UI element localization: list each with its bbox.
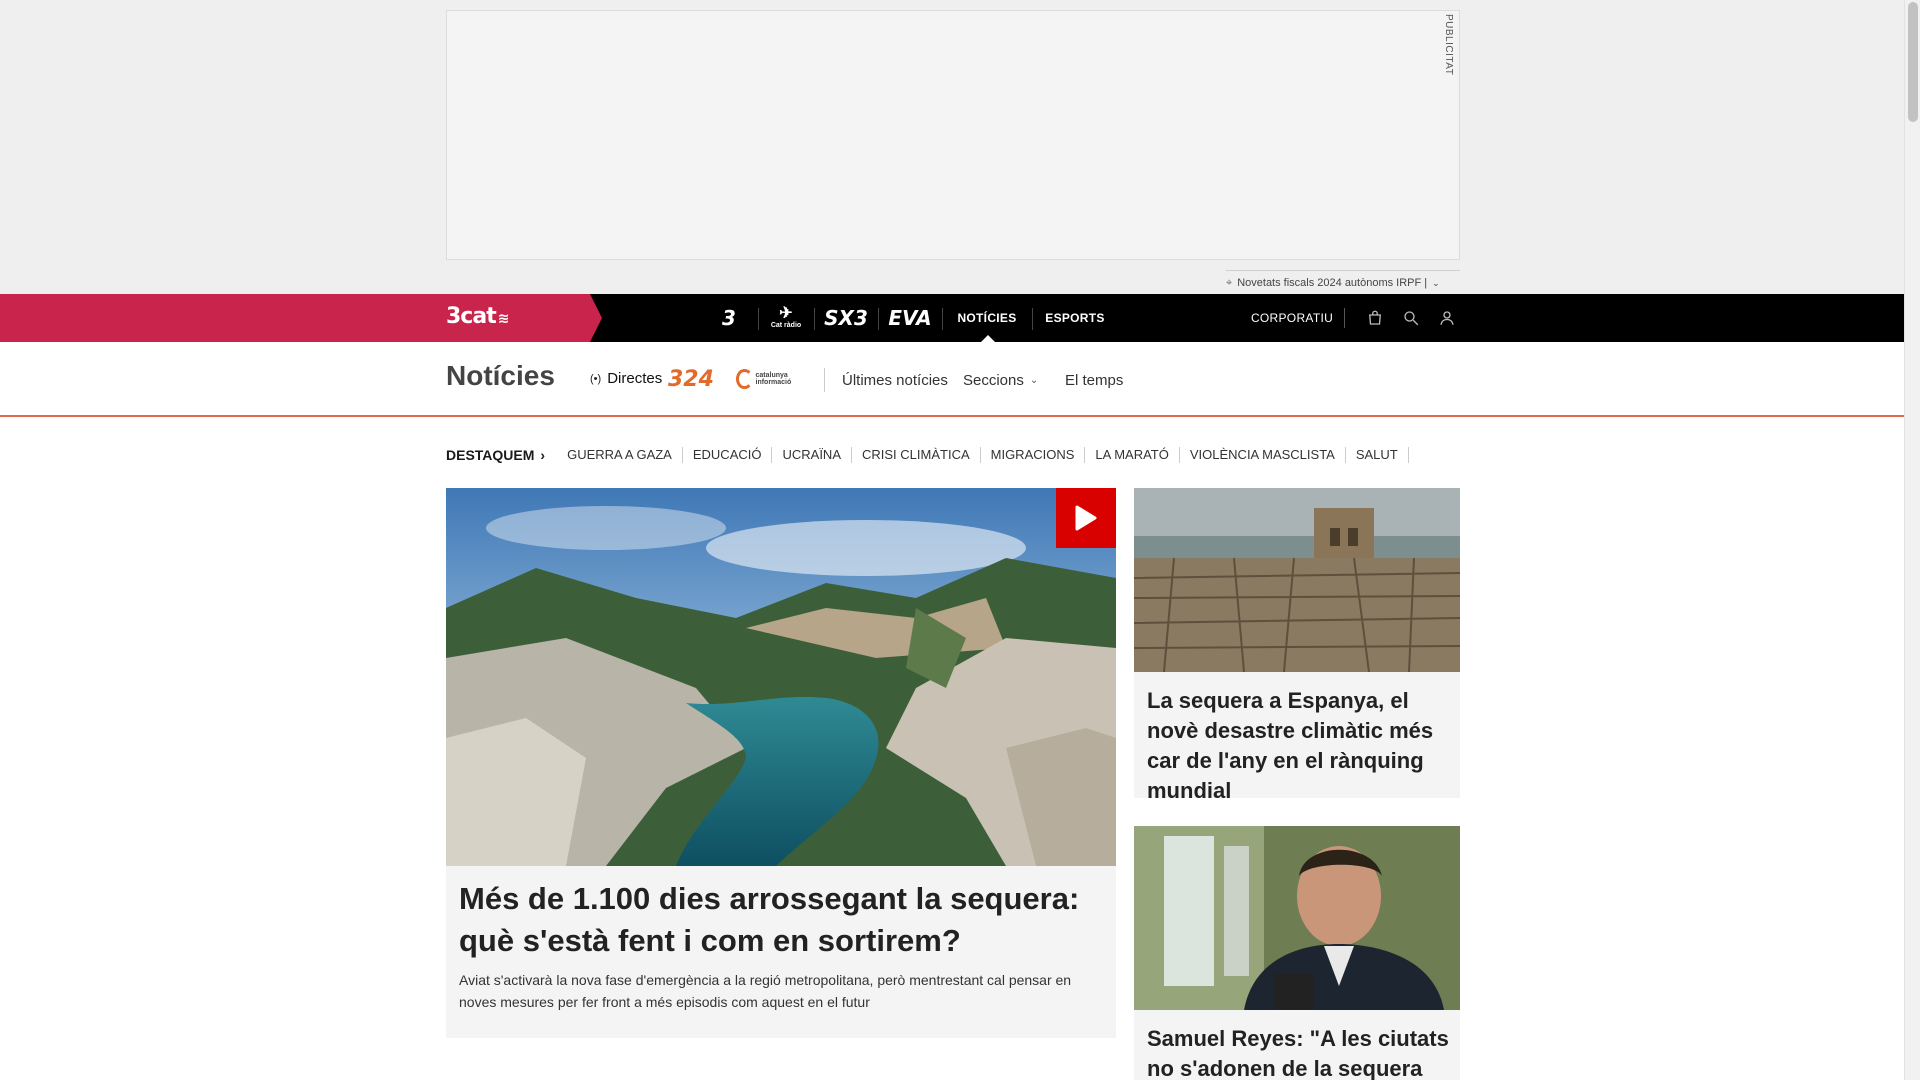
channel-catradio-label: Cat ràdio — [770, 322, 802, 329]
link-temps-label: El temps — [1065, 372, 1124, 389]
tag-link[interactable]: EDUCACIÓ — [683, 447, 773, 463]
link-ultimes-noticies[interactable]: Últimes notícies — [842, 372, 948, 389]
link-el-temps[interactable]: El temps — [1065, 372, 1123, 389]
ad-note[interactable]: ⌖ Novetats fiscals 2024 autònoms IRPF | … — [1226, 275, 1440, 291]
play-button[interactable] — [1056, 488, 1116, 548]
scrollbar[interactable] — [1904, 0, 1920, 1080]
ad-banner[interactable] — [446, 10, 1460, 260]
channel-tv3[interactable]: 3 — [700, 294, 758, 342]
side-article-image[interactable] — [1134, 826, 1460, 1010]
swoosh-icon: ≋ — [497, 311, 510, 327]
link-ultimes-label: Últimes notícies — [842, 372, 948, 389]
brand-area — [0, 294, 602, 342]
bird-icon: ✈ — [779, 305, 793, 322]
search-icon[interactable] — [1398, 305, 1424, 331]
tag-link[interactable]: LA MARATÓ — [1085, 447, 1180, 463]
channel-eva[interactable]: EVA — [878, 294, 942, 342]
tag-icon: ⌖ — [1226, 276, 1233, 289]
main-article-summary: Aviat s'activarà la nova fase d'emergènc… — [459, 972, 1072, 1010]
tag-link[interactable]: UCRAÏNA — [772, 447, 852, 463]
logo-324[interactable]: 324 — [668, 366, 722, 392]
featured-tags: DESTAQUEM › GUERRA A GAZA EDUCACIÓ UCRAÏ… — [446, 444, 1409, 466]
scrollbar-thumb[interactable] — [1908, 2, 1918, 122]
side-article-title[interactable]: Samuel Reyes: "A les ciutats no s'adonen… — [1147, 1024, 1451, 1080]
side-article-title[interactable]: La sequera a Espanya, el novè desastre c… — [1147, 686, 1451, 806]
tag-link[interactable]: MIGRACIONS — [981, 447, 1086, 463]
main-article-image[interactable] — [446, 488, 1116, 866]
ad-separator — [1226, 270, 1460, 271]
ad-zone: PUBLICITAT ⌖ Novetats fiscals 2024 autòn… — [0, 0, 1904, 294]
section-divider — [824, 368, 825, 392]
top-icons — [1344, 294, 1465, 342]
section-header: Notícies (•) Directes 324 catalunya info… — [0, 342, 1904, 417]
tab-corporatiu[interactable]: CORPORATIU — [1240, 294, 1344, 342]
seccions-dropdown[interactable]: Seccions ⌄ — [963, 372, 1038, 389]
live-link[interactable]: (•) Directes — [590, 370, 662, 387]
ci-logo-icon — [736, 369, 753, 389]
tab-noticies[interactable]: NOTÍCIES — [942, 294, 1032, 342]
tab-esports[interactable]: ESPORTS — [1032, 294, 1118, 342]
featured-heading-label: DESTAQUEM — [446, 447, 535, 463]
ad-note-text: Novetats fiscals 2024 autònoms IRPF | — [1237, 277, 1428, 289]
nav-divider — [1344, 308, 1345, 328]
shopping-bag-icon[interactable] — [1362, 305, 1388, 331]
tag-link[interactable]: CRISI CLIMÀTICA — [852, 447, 981, 463]
chevron-down-icon[interactable]: ⌄ — [1432, 278, 1440, 289]
page-title[interactable]: Notícies — [446, 360, 555, 392]
user-icon[interactable] — [1434, 305, 1460, 331]
tag-link[interactable]: GUERRA A GAZA — [557, 447, 683, 463]
seccions-label: Seccions — [963, 372, 1024, 389]
main-article-title[interactable]: Més de 1.100 dies arrossegant la sequera… — [459, 878, 1099, 962]
ad-label: PUBLICITAT — [1443, 14, 1454, 76]
tag-link[interactable]: SALUT — [1346, 447, 1409, 463]
chevron-right-icon: › — [540, 447, 546, 463]
play-icon — [1075, 505, 1097, 531]
top-navigation: 3cat ≋ 3 ✈ Cat ràdio SX3 EVA NOTÍCIES ESP… — [0, 294, 1904, 342]
brand-logo[interactable]: 3cat ≋ — [446, 304, 510, 329]
logo-catalunya-informacio[interactable]: catalunya informació — [736, 368, 808, 390]
side-article-card[interactable]: La sequera a Espanya, el novè desastre c… — [1134, 488, 1460, 803]
side-article-image[interactable] — [1134, 488, 1460, 672]
side-article-card[interactable]: Samuel Reyes: "A les ciutats no s'adonen… — [1134, 826, 1460, 1080]
broadcast-icon: (•) — [590, 372, 602, 385]
logo-324-text: 324 — [668, 366, 714, 392]
channel-sx3[interactable]: SX3 — [814, 294, 878, 342]
main-article[interactable]: Més de 1.100 dies arrossegant la sequera… — [446, 488, 1116, 1038]
featured-heading[interactable]: DESTAQUEM › — [446, 447, 545, 463]
ci-logo-text: catalunya informació — [755, 372, 792, 386]
channel-catradio[interactable]: ✈ Cat ràdio — [758, 294, 814, 342]
brand-logo-text: 3cat — [446, 304, 497, 329]
tag-link[interactable]: VIOLÈNCIA MASCLISTA — [1180, 447, 1346, 463]
chevron-down-icon: ⌄ — [1029, 375, 1039, 386]
live-label: Directes — [607, 370, 663, 387]
